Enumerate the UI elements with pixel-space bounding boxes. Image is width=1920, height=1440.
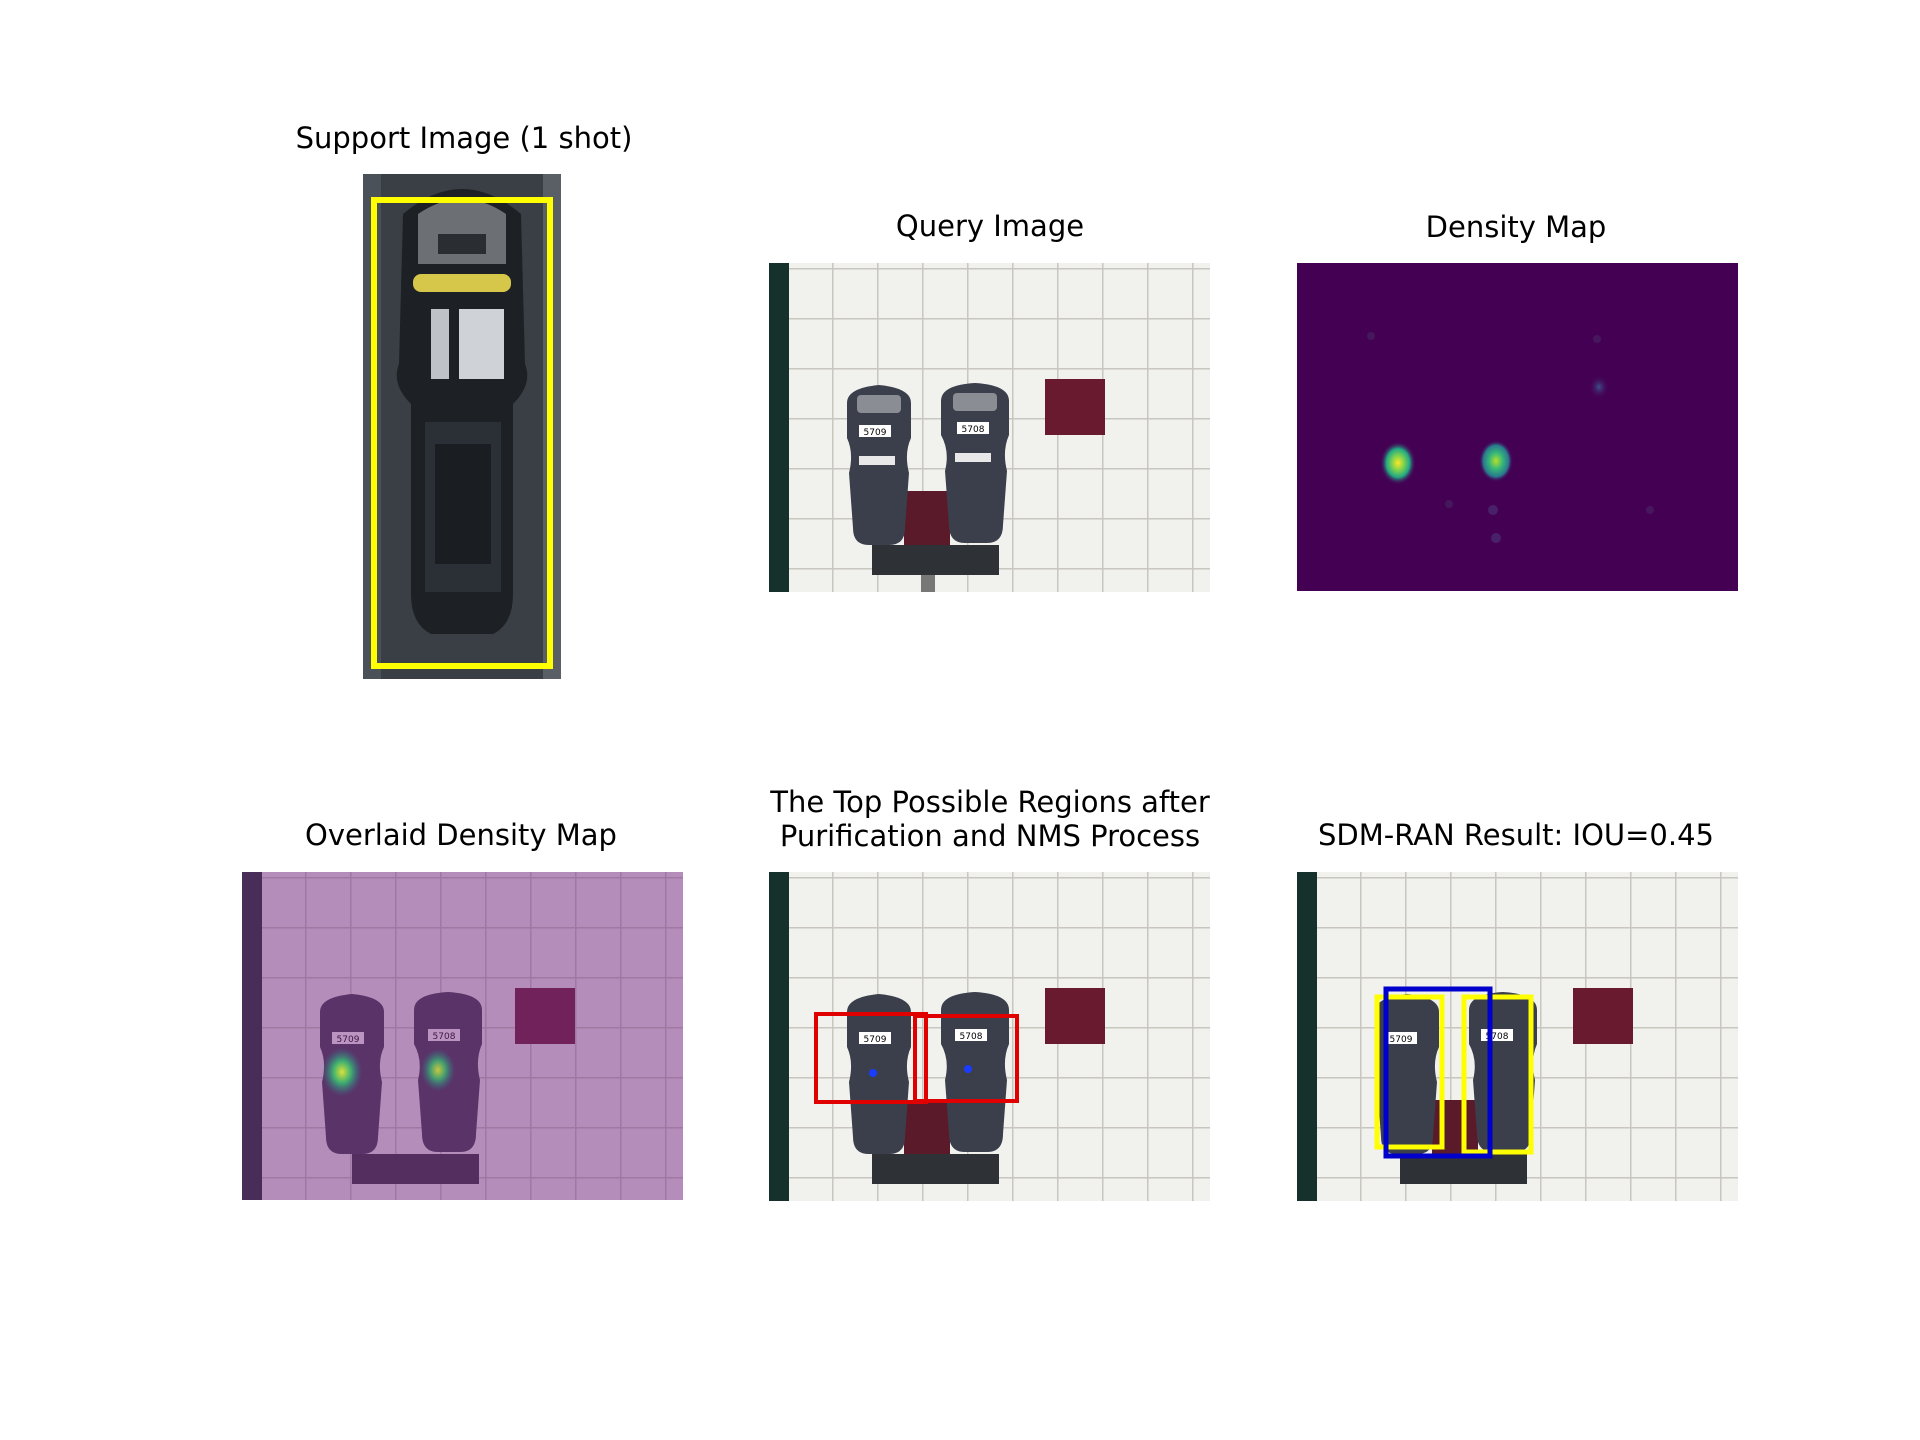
meter-left: 5709 (847, 385, 911, 545)
density-map (1297, 263, 1738, 591)
regions-meter-right-number: 5708 (960, 1032, 983, 1042)
sdm-ran-result-image: 5709 5708 (1297, 872, 1738, 1201)
query-image-title: Query Image (895, 209, 1085, 243)
overlaid-density-map: 5709 5708 (242, 872, 683, 1200)
top-regions-image: 5709 5708 (769, 872, 1210, 1201)
meter-left-number: 5709 (864, 428, 887, 438)
top-regions-title: The Top Possible Regions after Purificat… (770, 785, 1210, 853)
overlaid-density-map-title: Overlaid Density Map (305, 818, 617, 852)
meter-right-number: 5708 (962, 425, 985, 435)
support-image-title: Support Image (1 shot) (295, 121, 633, 155)
support-image (363, 174, 561, 679)
meter-right: 5708 (941, 383, 1009, 543)
density-map-title: Density Map (1425, 210, 1607, 244)
regions-meter-left-number: 5709 (864, 1035, 887, 1045)
sdm-ran-result-title: SDM-RAN Result: IOU=0.45 (1317, 818, 1715, 852)
query-image: 5709 5708 (769, 263, 1210, 592)
result-meter-left-number: 5709 (1390, 1035, 1413, 1045)
